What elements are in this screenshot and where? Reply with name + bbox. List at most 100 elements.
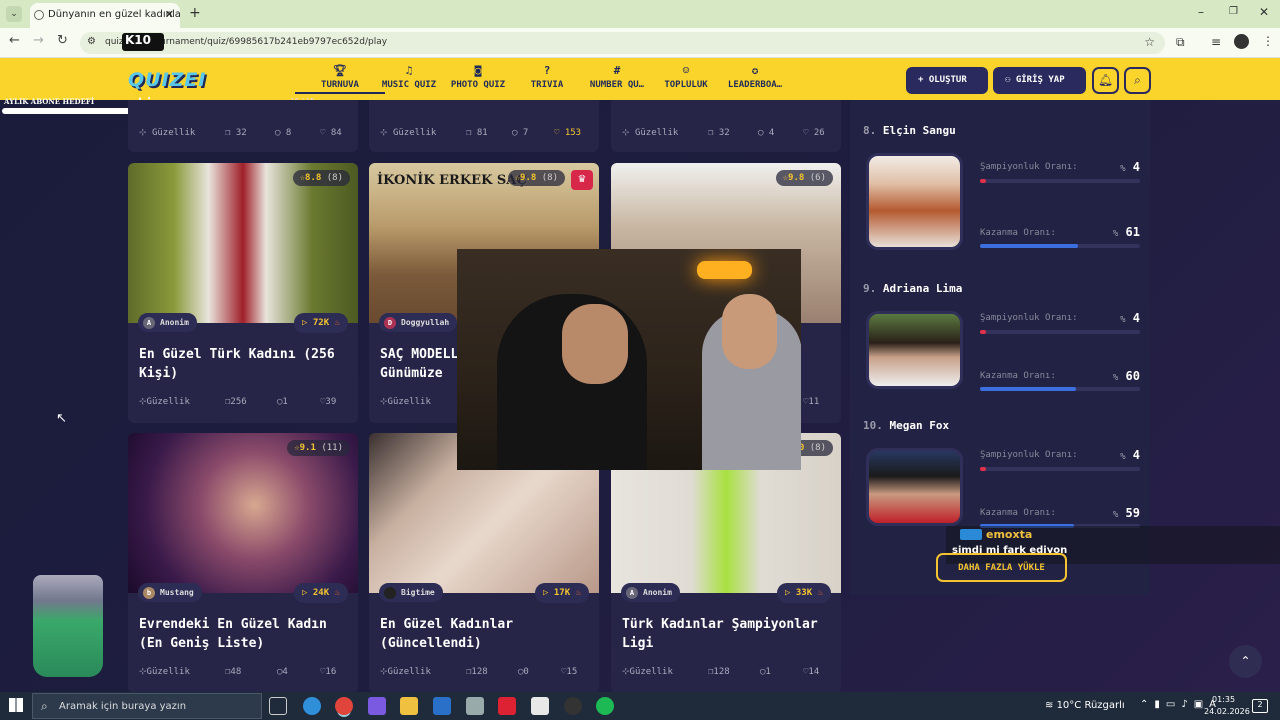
- edge-icon[interactable]: [303, 697, 321, 715]
- streamer-face: [562, 304, 628, 384]
- taskbar-date[interactable]: 24.02.2026: [1204, 707, 1250, 716]
- avatar: [384, 587, 396, 599]
- browser-tab[interactable]: Dünyanın en güzel kadınları - T ✕: [30, 3, 180, 28]
- contestant-photo: [866, 311, 963, 389]
- site-logo[interactable]: QUIZEI: [128, 69, 206, 91]
- close-window-icon[interactable]: ✕: [1259, 5, 1269, 19]
- extensions-icon[interactable]: ⧉: [1176, 35, 1185, 50]
- start-icon[interactable]: [9, 698, 23, 712]
- likes-count: ♡ 26: [803, 128, 825, 138]
- create-button[interactable]: + OLUŞTUR: [906, 67, 988, 94]
- category-tag: ⊹ Güzellik: [139, 667, 190, 677]
- sub-goal-label: AYLIK ABONE HEDEFİ: [4, 97, 95, 106]
- app-icon[interactable]: [466, 697, 484, 715]
- tab-list-icon[interactable]: ⌄: [6, 6, 22, 22]
- author-chip[interactable]: Bigtime: [379, 583, 443, 602]
- play-count-badge[interactable]: ▷ 17K ♨: [535, 583, 589, 603]
- taskbar-time[interactable]: 01:35: [1212, 695, 1235, 704]
- items-count: ❐ 256: [225, 397, 247, 407]
- author-chip[interactable]: b Mustang: [138, 583, 202, 602]
- media-icon[interactable]: ≡: [1211, 35, 1221, 49]
- forward-icon[interactable]: →: [33, 33, 44, 48]
- plus-icon: +: [918, 75, 929, 85]
- weather-widget[interactable]: ≋ 10°C Rüzgarlı: [1045, 700, 1125, 711]
- notification-bell-button[interactable]: 🔔︎: [1092, 67, 1119, 94]
- avatar: D: [384, 317, 396, 329]
- comments-count: ◯ 0: [518, 667, 529, 677]
- category-tag: ⊹ Güzellik: [622, 128, 679, 138]
- quiz-title[interactable]: SAÇ MODELL Günümüze: [380, 345, 460, 383]
- quiz-title[interactable]: Türk Kadınlar Şampiyonlar Ligi: [622, 615, 832, 653]
- play-count-badge[interactable]: ▷ 72K ♨: [294, 313, 348, 333]
- globe-icon: [34, 10, 44, 20]
- quiz-card[interactable]: ☆8.8 (8) A Anonim ▷ 72K ♨ En Güzel Türk K…: [128, 163, 358, 423]
- likes-count: ♡ 39: [320, 397, 337, 407]
- nav-leaderboard[interactable]: ✪ LEADERBOA…: [710, 64, 800, 90]
- fire-icon: ♨: [334, 588, 340, 598]
- search-button[interactable]: ⌕: [1124, 67, 1151, 94]
- quiz-card[interactable]: ☆9.1 (11) b Mustang ▷ 24K ♨ Evrendeki En …: [128, 433, 358, 693]
- mail-icon[interactable]: [433, 697, 451, 715]
- fire-icon: ♨: [334, 318, 340, 328]
- browser-menu-icon[interactable]: ⋮: [1262, 34, 1274, 48]
- win-rate-value: % 61: [1112, 225, 1140, 239]
- site-info-icon[interactable]: ⚙: [87, 36, 96, 47]
- close-tab-icon[interactable]: ✕: [165, 8, 174, 21]
- play-icon: ▷: [543, 588, 554, 598]
- chat-badge-icon: [960, 529, 982, 540]
- scroll-to-top-button[interactable]: ⌃: [1229, 645, 1262, 678]
- copilot-icon[interactable]: [368, 697, 386, 715]
- category-tag: ⊹ Güzellik: [380, 397, 431, 407]
- play-count-badge[interactable]: ▷ 33K ♨: [777, 583, 831, 603]
- likes-count: ♡ 84: [320, 128, 342, 138]
- quiz-title[interactable]: En Güzel Kadınlar (Güncellendi): [380, 615, 590, 653]
- contestant-photo: [866, 448, 963, 526]
- leaderboard-entry-name: 9. Adriana Lima: [863, 282, 963, 295]
- login-button[interactable]: ⚇ GİRİŞ YAP: [993, 67, 1086, 94]
- fire-icon: ♨: [817, 588, 823, 598]
- kick-overlay-logo: K10: [122, 33, 164, 51]
- task-view-icon[interactable]: [269, 697, 287, 715]
- user-icon: ⚇: [1005, 75, 1016, 85]
- back-icon[interactable]: ←: [9, 33, 20, 48]
- avatar: b: [143, 587, 155, 599]
- avatar: A: [626, 587, 638, 599]
- champ-rate-bar: [980, 467, 1140, 471]
- url-field[interactable]: ⚙ quiz ournament/quiz/69985617b241eb9797…: [80, 32, 1165, 54]
- new-tab-button[interactable]: +: [189, 5, 201, 21]
- leaderboard-entry-name: 10. Megan Fox: [863, 419, 950, 432]
- author-chip[interactable]: A Anonim: [621, 583, 680, 602]
- chrome-icon[interactable]: [335, 697, 353, 715]
- author-chip[interactable]: D Doggyullah: [379, 313, 458, 332]
- taskbar-search-input[interactable]: ⌕ Aramak için buraya yazın: [32, 693, 262, 719]
- quiz-card[interactable]: Bigtime ▷ 17K ♨ En Güzel Kadınlar (Günce…: [369, 433, 599, 693]
- store-icon[interactable]: [531, 697, 549, 715]
- spotify-icon[interactable]: [596, 697, 614, 715]
- restore-icon[interactable]: ❐: [1229, 6, 1238, 17]
- profile-avatar[interactable]: [1234, 34, 1249, 49]
- app-icon[interactable]: [564, 697, 582, 715]
- search-icon: ⌕: [1134, 73, 1141, 87]
- load-more-button[interactable]: DAHA FAZLA YÜKLE: [936, 553, 1067, 582]
- comments-count: ◯ 1: [760, 667, 771, 677]
- likes-count: ♡ 153: [554, 128, 582, 138]
- app-icon[interactable]: [498, 697, 516, 715]
- chevron-up-icon: ⌃: [1240, 654, 1251, 668]
- card-stub-3: ⊹ Güzellik ❐ 32 ◯ 4 ♡ 26: [611, 100, 841, 152]
- quiz-card[interactable]: 0 (8) A Anonim ▷ 33K ♨ Türk Kadınlar Şamp…: [611, 433, 841, 693]
- file-explorer-icon[interactable]: [400, 697, 418, 715]
- reload-icon[interactable]: ↻: [57, 33, 68, 48]
- minimize-icon[interactable]: –: [1198, 5, 1204, 19]
- champ-rate-label: Şampiyonluk Oranı:: [980, 450, 1078, 460]
- play-icon: ▷: [785, 588, 796, 598]
- items-count: ❐ 128: [708, 667, 730, 677]
- quiz-title[interactable]: Evrendeki En Güzel Kadın (En Geniş Liste…: [139, 615, 349, 653]
- bookmark-star-icon[interactable]: ☆: [1144, 35, 1155, 49]
- notification-center-icon[interactable]: 2: [1252, 699, 1268, 713]
- author-chip[interactable]: A Anonim: [138, 313, 197, 332]
- champ-rate-value: % 4: [1120, 160, 1140, 174]
- play-count-badge[interactable]: ▷ 24K ♨: [294, 583, 348, 603]
- quiz-title[interactable]: En Güzel Türk Kadını (256 Kişi): [139, 345, 349, 383]
- win-rate-value: % 60: [1112, 369, 1140, 383]
- champ-rate-fill: [980, 330, 987, 334]
